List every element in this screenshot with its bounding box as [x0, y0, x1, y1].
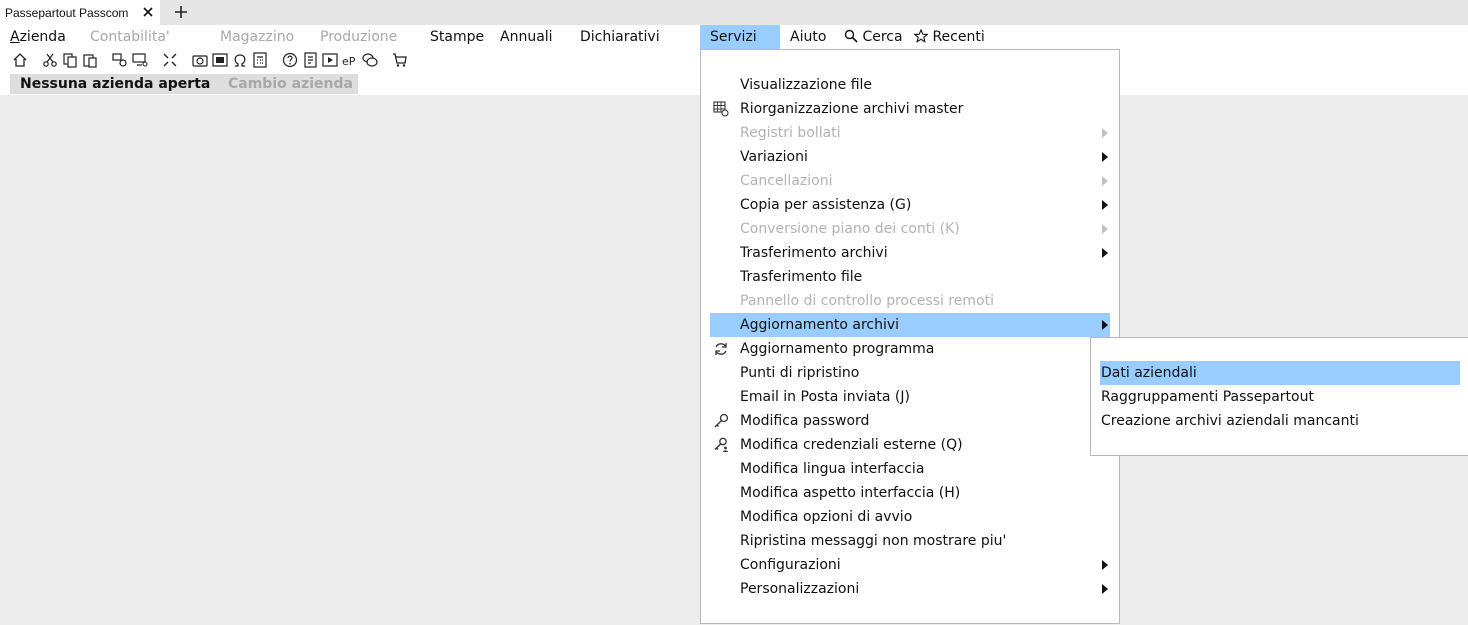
submenu-creazione-archivi-mancanti[interactable]: Creazione archivi aziendali mancanti: [1100, 409, 1460, 433]
menu-aiuto-label: Aiuto: [790, 29, 827, 45]
toolbar: eP: [0, 50, 420, 72]
chevron-right-icon: [1102, 224, 1108, 234]
menu-magazzino-label: Magazzino: [220, 29, 295, 45]
chevron-right-icon: [1102, 128, 1108, 138]
tab-passcom[interactable]: Passepartout Passcom: [0, 0, 160, 25]
tab-strip: Passepartout Passcom: [0, 0, 1468, 25]
menu-annuali-label: Annuali: [500, 29, 553, 45]
cart-icon[interactable]: [392, 52, 408, 68]
collapse-icon[interactable]: [162, 52, 178, 68]
menu-visualizzazione-file[interactable]: Visualizzazione file: [710, 73, 1110, 97]
key-icon: [714, 413, 729, 428]
tab-change-company[interactable]: Cambio azienda: [228, 74, 353, 94]
chevron-right-icon: [1102, 560, 1108, 570]
menu-variazioni[interactable]: Variazioni: [710, 145, 1110, 169]
menu-conversione-piano-conti[interactable]: Conversione piano dei conti (K): [710, 217, 1110, 241]
menu-modifica-lingua[interactable]: Modifica lingua interfaccia: [710, 457, 1110, 481]
table-settings-icon: [713, 101, 729, 117]
omega-icon[interactable]: [232, 52, 248, 68]
menu-trasferimento-file[interactable]: Trasferimento file: [710, 265, 1110, 289]
chat-icon[interactable]: [362, 52, 378, 68]
chevron-right-icon: [1102, 248, 1108, 258]
menu-cerca[interactable]: Cerca: [834, 25, 913, 49]
menu-trasferimento-archivi[interactable]: Trasferimento archivi: [710, 241, 1110, 265]
chevron-right-icon: [1102, 584, 1108, 594]
menu-bar: Azienda Contabilita' Magazzino Produzion…: [0, 25, 1468, 49]
submenu-raggruppamenti-passepartout[interactable]: Raggruppamenti Passepartout: [1100, 385, 1460, 409]
star-icon: [913, 28, 929, 43]
chevron-right-icon: [1102, 176, 1108, 186]
menu-copia-assistenza[interactable]: Copia per assistenza (G): [710, 193, 1110, 217]
video-icon[interactable]: [322, 52, 338, 68]
menu-azienda-label: zienda: [19, 29, 66, 45]
menu-modifica-credenziali-esterne[interactable]: Modifica credenziali esterne (Q): [710, 433, 1110, 457]
menu-dichiarativi-label: Dichiarativi: [580, 29, 660, 45]
menu-punti-ripristino[interactable]: Punti di ripristino: [710, 361, 1110, 385]
paste-icon[interactable]: [82, 52, 98, 68]
monitor-settings-icon[interactable]: [132, 52, 148, 68]
plus-icon[interactable]: [172, 3, 190, 21]
menu-servizi[interactable]: Servizi: [700, 25, 780, 49]
company-tabs: Nessuna azienda aperta Cambio azienda: [10, 74, 358, 94]
menu-azienda[interactable]: Azienda: [0, 25, 76, 49]
menu-modifica-opzioni-avvio[interactable]: Modifica opzioni di avvio: [710, 505, 1110, 529]
ep-icon[interactable]: eP: [342, 52, 358, 68]
menu-modifica-aspetto[interactable]: Modifica aspetto interfaccia (H): [710, 481, 1110, 505]
menu-dichiarativi[interactable]: Dichiarativi: [570, 25, 670, 49]
menu-recenti-label: Recenti: [932, 29, 985, 45]
submenu-dati-aziendali[interactable]: Dati aziendali: [1100, 361, 1460, 385]
menu-registri-bollati[interactable]: Registri bollati: [710, 121, 1110, 145]
tab-title: Passepartout Passcom: [5, 5, 129, 20]
document-info-icon[interactable]: [302, 52, 318, 68]
copy-icon[interactable]: [62, 52, 78, 68]
close-icon[interactable]: [140, 4, 156, 20]
aggiornamento-archivi-submenu: Dati aziendali Raggruppamenti Passeparto…: [1090, 337, 1468, 456]
menu-configurazioni[interactable]: Configurazioni: [710, 553, 1110, 577]
calculator-icon[interactable]: [252, 52, 268, 68]
menu-servizi-label: Servizi: [710, 29, 757, 45]
menu-personalizzazioni[interactable]: Personalizzazioni: [710, 577, 1110, 601]
menu-ripristina-messaggi[interactable]: Ripristina messaggi non mostrare piu': [710, 529, 1110, 553]
chevron-right-icon: [1102, 200, 1108, 210]
servizi-menu: Visualizzazione file Riorganizzazione ar…: [700, 49, 1120, 624]
help-icon[interactable]: [282, 52, 298, 68]
menu-email-posta-inviata[interactable]: Email in Posta inviata (J): [710, 385, 1110, 409]
menu-produzione-label: Produzione: [320, 29, 398, 45]
network-settings-icon[interactable]: [112, 52, 128, 68]
tab-current-company[interactable]: Nessuna azienda aperta: [20, 74, 210, 94]
menu-annuali[interactable]: Annuali: [490, 25, 563, 49]
menu-contabilita[interactable]: Contabilita': [80, 25, 180, 49]
refresh-icon: [715, 343, 727, 355]
menu-cancellazioni[interactable]: Cancellazioni: [710, 169, 1110, 193]
image-icon[interactable]: [212, 52, 228, 68]
search-icon: [844, 29, 858, 43]
key-user-icon: [714, 437, 728, 452]
svg-text:eP: eP: [342, 55, 356, 68]
camera-icon[interactable]: [192, 52, 208, 68]
menu-contabilita-label: Contabilita': [90, 29, 170, 45]
scissors-icon[interactable]: [42, 52, 58, 68]
menu-stampe-label: Stampe: [430, 29, 485, 45]
chevron-right-icon: [1102, 320, 1108, 330]
chevron-right-icon: [1102, 152, 1108, 162]
home-icon[interactable]: [12, 52, 28, 68]
menu-pannello-processi-remoti[interactable]: Pannello di controllo processi remoti: [710, 289, 1110, 313]
menu-aggiornamento-archivi[interactable]: Aggiornamento archivi: [710, 313, 1110, 337]
menu-cerca-label: Cerca: [862, 29, 903, 45]
menu-magazzino[interactable]: Magazzino: [210, 25, 304, 49]
menu-produzione[interactable]: Produzione: [310, 25, 407, 49]
menu-riorganizzazione-archivi[interactable]: Riorganizzazione archivi master: [710, 97, 1110, 121]
menu-stampe[interactable]: Stampe: [420, 25, 494, 49]
menu-aggiornamento-programma[interactable]: Aggiornamento programma: [710, 337, 1110, 361]
menu-aiuto[interactable]: Aiuto: [780, 25, 836, 49]
menu-modifica-password[interactable]: Modifica password: [710, 409, 1110, 433]
menu-recenti[interactable]: Recenti: [904, 25, 995, 49]
